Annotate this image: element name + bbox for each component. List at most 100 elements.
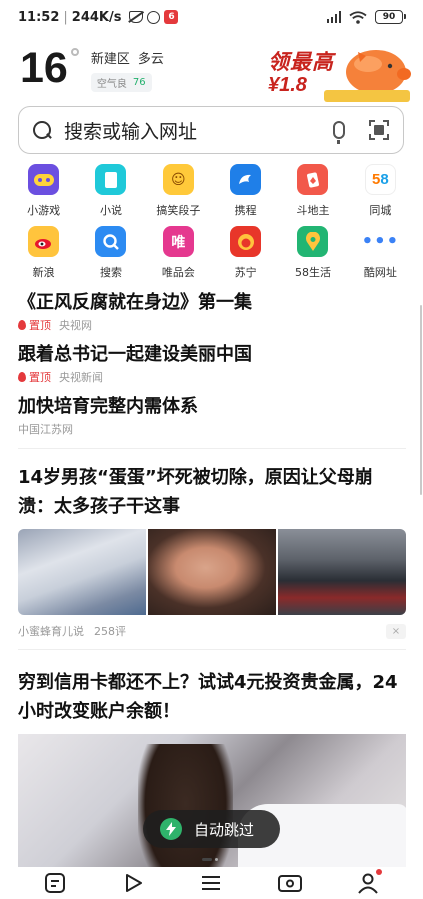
status-divider: | <box>63 9 68 25</box>
article-comments: 258评 <box>94 625 126 638</box>
pinned-label: 置顶 <box>29 319 51 332</box>
app-label: 搜索 <box>99 266 122 279</box>
district-label: 新建区 <box>90 52 130 67</box>
mute-icon <box>129 11 144 23</box>
flame-icon <box>18 372 26 382</box>
nav-video-tab[interactable] <box>111 867 155 899</box>
article-title: 14岁男孩“蛋蛋”坏死被切除，原因让父母崩溃：太多孩子干这事 <box>18 467 373 517</box>
app-tile[interactable]: 携程 <box>212 164 279 218</box>
pinned-badge: 置顶 <box>18 317 51 333</box>
air-quality-badge: 空气良 76 <box>90 73 152 92</box>
video-camera-icon <box>277 875 302 892</box>
game-controller-icon <box>28 164 60 195</box>
search-icon <box>33 120 52 140</box>
58-logo-icon: 58 <box>364 164 396 195</box>
degree-icon <box>70 48 79 56</box>
signal-icon <box>326 11 341 23</box>
coin-stack-icon <box>324 90 410 102</box>
app-tile[interactable]: ☺ 搞笑段子 <box>145 164 212 218</box>
aq-label: 空气良 <box>96 79 127 90</box>
pinned-label: 置顶 <box>29 371 51 384</box>
lion-icon <box>230 226 262 257</box>
nav-news-tab[interactable] <box>33 867 77 899</box>
app-label: 新浪 <box>32 266 55 279</box>
vip-icon: 唯 <box>162 226 194 257</box>
article-image <box>18 529 146 615</box>
app-label: 唯品会 <box>161 266 195 279</box>
app-label: 酷网址 <box>363 266 397 279</box>
dismiss-button[interactable]: × <box>386 623 406 639</box>
page-indicator <box>202 858 220 861</box>
article-image <box>278 529 406 615</box>
promo-line1: 领最高 <box>268 51 334 74</box>
scan-icon[interactable] <box>369 120 389 140</box>
headline-title: 跟着总书记一起建设美丽中国 <box>18 344 252 365</box>
auto-skip-button[interactable]: 自动跳过 <box>143 810 280 848</box>
microphone-icon[interactable] <box>333 121 345 144</box>
app-label: 同城 <box>369 204 392 217</box>
news-icon <box>45 873 66 893</box>
headline-source: 央视新闻 <box>59 371 103 384</box>
nav-profile-tab[interactable] <box>346 867 390 899</box>
headline-source: 央视网 <box>59 319 92 332</box>
search-placeholder[interactable]: 搜索或输入网址 <box>64 117 333 144</box>
weather-condition: 多云 <box>137 52 164 67</box>
pinned-badge: 置顶 <box>18 369 51 385</box>
play-icon <box>126 874 143 892</box>
search-bar[interactable]: 搜索或输入网址 <box>18 106 404 154</box>
article-source: 小蜜蜂育儿说 <box>18 625 84 638</box>
app-tile[interactable]: 新浪 <box>10 226 77 280</box>
status-bar: 11:52 | 244K/s 6 90 <box>0 0 423 34</box>
app-label: 搞笑段子 <box>156 204 201 217</box>
nav-camera-tab[interactable] <box>268 867 312 899</box>
laughing-face-icon: ☺ <box>162 164 194 195</box>
headline-item[interactable]: 加快培育完整内需体系 中国江苏网 <box>18 394 406 438</box>
promo-banner[interactable]: 领最高 ¥1.8 <box>264 42 414 106</box>
poker-cards-icon <box>297 164 329 195</box>
divider <box>18 649 406 650</box>
map-pin-icon <box>297 226 329 257</box>
book-icon <box>95 164 127 195</box>
temperature: 16 <box>20 44 68 92</box>
app-tile[interactable]: 小游戏 <box>10 164 77 218</box>
app-label: 斗地主 <box>296 204 330 217</box>
search-app-icon <box>95 226 127 257</box>
app-label: 小说 <box>99 204 122 217</box>
bottom-nav <box>0 867 423 899</box>
user-icon <box>358 873 378 894</box>
app-tile[interactable]: 58 同城 <box>347 164 414 218</box>
news-feed: 《正风反腐就在身边》第一集 置顶 央视网 跟着总书记一起建设美丽中国 置顶 央视… <box>18 290 406 898</box>
app-tile[interactable]: 唯 唯品会 <box>145 226 212 280</box>
wifi-icon <box>349 10 367 24</box>
app-label: 苏宁 <box>234 266 257 279</box>
app-tile[interactable]: ••• 酷网址 <box>347 226 414 280</box>
network-speed: 244K/s <box>71 9 122 25</box>
aq-value: 76 <box>132 77 146 88</box>
headline-title: 《正风反腐就在身边》第一集 <box>18 292 252 313</box>
scrollbar[interactable] <box>420 305 422 495</box>
app-tile[interactable]: 斗地主 <box>279 164 346 218</box>
notification-dot <box>375 869 382 875</box>
app-label: 携程 <box>234 204 257 217</box>
headline-source: 中国江苏网 <box>18 423 73 436</box>
menu-icon <box>202 876 221 890</box>
headline-item[interactable]: 《正风反腐就在身边》第一集 置顶 央视网 <box>18 290 406 334</box>
app-tile[interactable]: 小说 <box>77 164 144 218</box>
article-image <box>148 529 276 615</box>
nav-menu-tab[interactable] <box>189 867 233 899</box>
article-card[interactable]: 14岁男孩“蛋蛋”坏死被切除，原因让父母崩溃：太多孩子干这事 小蜜蜂育儿说 25… <box>18 463 406 639</box>
divider <box>18 448 406 449</box>
article-thumbnails <box>18 529 406 615</box>
app-tile[interactable]: 搜索 <box>77 226 144 280</box>
headline-title: 加快培育完整内需体系 <box>18 396 198 417</box>
weather-widget[interactable]: 16 新建区 多云 空气良 76 <box>20 46 164 92</box>
app-tile[interactable]: 苏宁 <box>212 226 279 280</box>
ad-card[interactable]: 穷到信用卡都还不上？试试4元投资贵金属，24小时改变账户余额！ <box>18 668 406 898</box>
app-tile[interactable]: 58生活 <box>279 226 346 280</box>
notification-app-icon: 6 <box>164 10 179 24</box>
headline-item[interactable]: 跟着总书记一起建设美丽中国 置顶 央视新闻 <box>18 342 406 386</box>
weibo-eye-icon <box>28 226 60 257</box>
ad-title: 穷到信用卡都还不上？试试4元投资贵金属，24小时改变账户余额！ <box>18 672 398 722</box>
dolphin-icon <box>230 164 262 195</box>
flame-icon <box>18 320 26 330</box>
